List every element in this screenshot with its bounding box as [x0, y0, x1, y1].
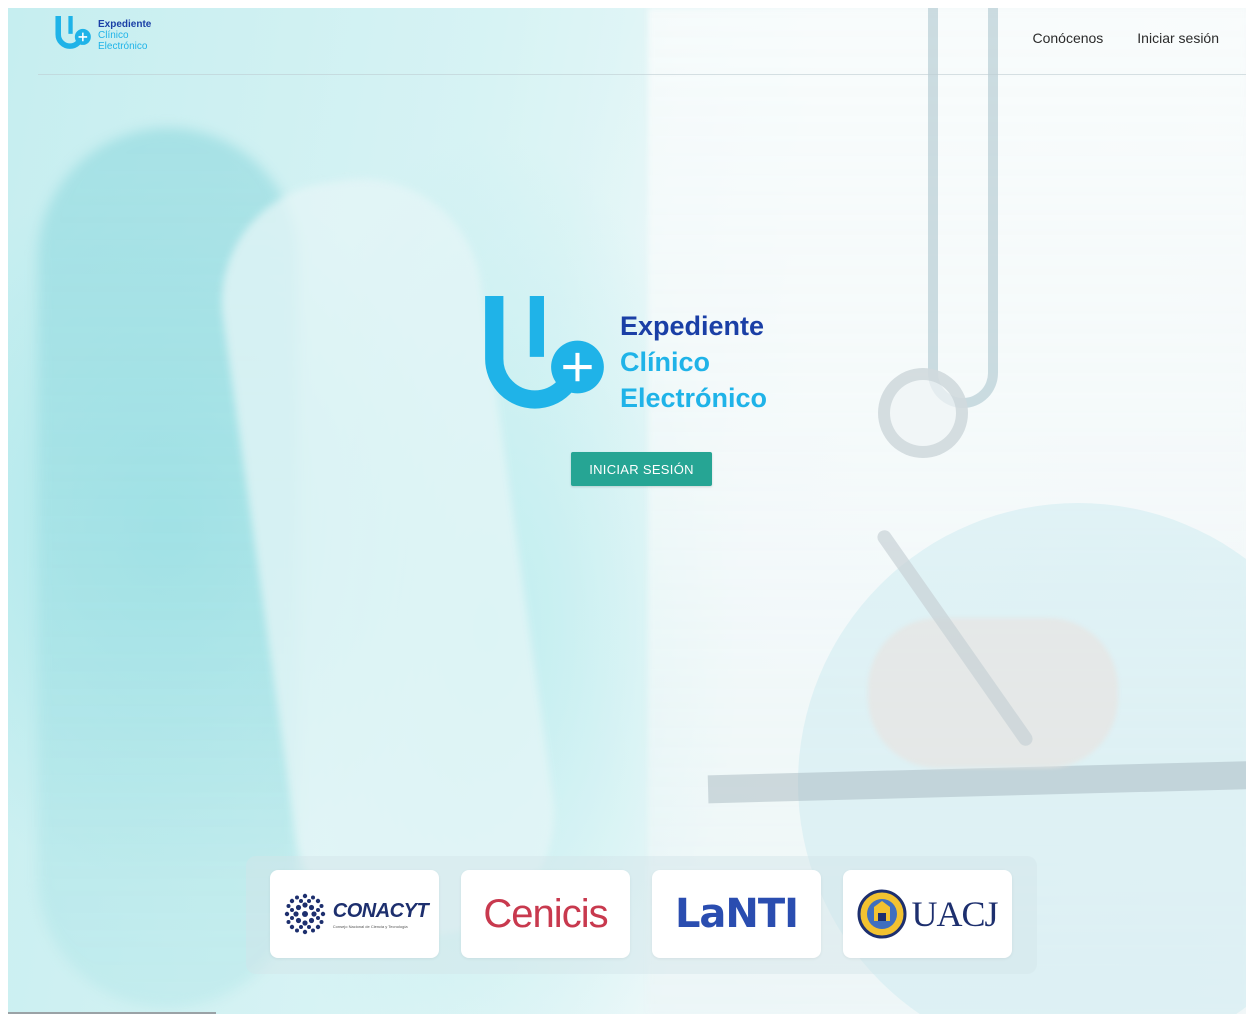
uacj-logo: UACJ [857, 889, 999, 939]
background-clipboard [707, 760, 1246, 804]
brand-line-2: Clínico [98, 30, 129, 41]
conacyt-subtitle: Consejo Nacional de Ciencia y Tecnología [332, 923, 408, 929]
background-pen [874, 527, 1036, 749]
partner-card-conacyt[interactable]: CONACYT Consejo Nacional de Ciencia y Te… [270, 870, 439, 958]
nav-link-about[interactable]: Conócenos [1032, 30, 1103, 46]
brand-text: Expediente Clínico Electrónico [98, 16, 151, 52]
stethoscope-plus-icon [55, 16, 91, 49]
lanti-logo: LaNTI [674, 891, 799, 937]
conacyt-name: CONACYT [332, 899, 429, 922]
hero-title-line-3: Electrónico [620, 383, 768, 413]
conacyt-dots-icon [284, 893, 325, 935]
partner-card-lanti[interactable]: LaNTI [652, 870, 821, 958]
background-hand [868, 618, 1118, 768]
brand-line-1: Expediente [98, 19, 152, 30]
conacyt-text: CONACYT Consejo Nacional de Ciencia y Te… [332, 899, 429, 929]
navbar: Expediente Clínico Electrónico Conócenos… [8, 8, 1246, 76]
brand-logo-link[interactable]: Expediente Clínico Electrónico [52, 16, 151, 56]
nav-links: Conócenos Iniciar sesión [1032, 30, 1219, 46]
stethoscope-plus-icon [485, 296, 604, 409]
partner-card-cenicis[interactable]: Cenicis [461, 870, 630, 958]
hero-brand-text: Expediente Clínico Electrónico [620, 308, 767, 416]
hero-title-line-1: Expediente [620, 311, 765, 341]
uacj-seal-icon [857, 889, 907, 939]
hero-title-line-2: Clínico [620, 347, 711, 377]
partner-card-uacj[interactable]: UACJ [843, 870, 1012, 958]
navbar-divider [38, 74, 1246, 75]
cenicis-logo: Cenicis [483, 891, 608, 936]
conacyt-logo: CONACYT Consejo Nacional de Ciencia y Te… [281, 890, 429, 938]
background-photo-arm [206, 163, 570, 953]
background-stethoscope-head [878, 368, 968, 458]
nav-link-login[interactable]: Iniciar sesión [1137, 30, 1219, 46]
hero-logo: Expediente Clínico Electrónico [484, 296, 767, 432]
partner-logos: CONACYT Consejo Nacional de Ciencia y Te… [246, 856, 1037, 974]
login-cta-button[interactable]: INICIAR SESIÓN [571, 452, 712, 486]
uacj-name: UACJ [911, 894, 998, 934]
brand-line-3: Electrónico [98, 41, 148, 52]
